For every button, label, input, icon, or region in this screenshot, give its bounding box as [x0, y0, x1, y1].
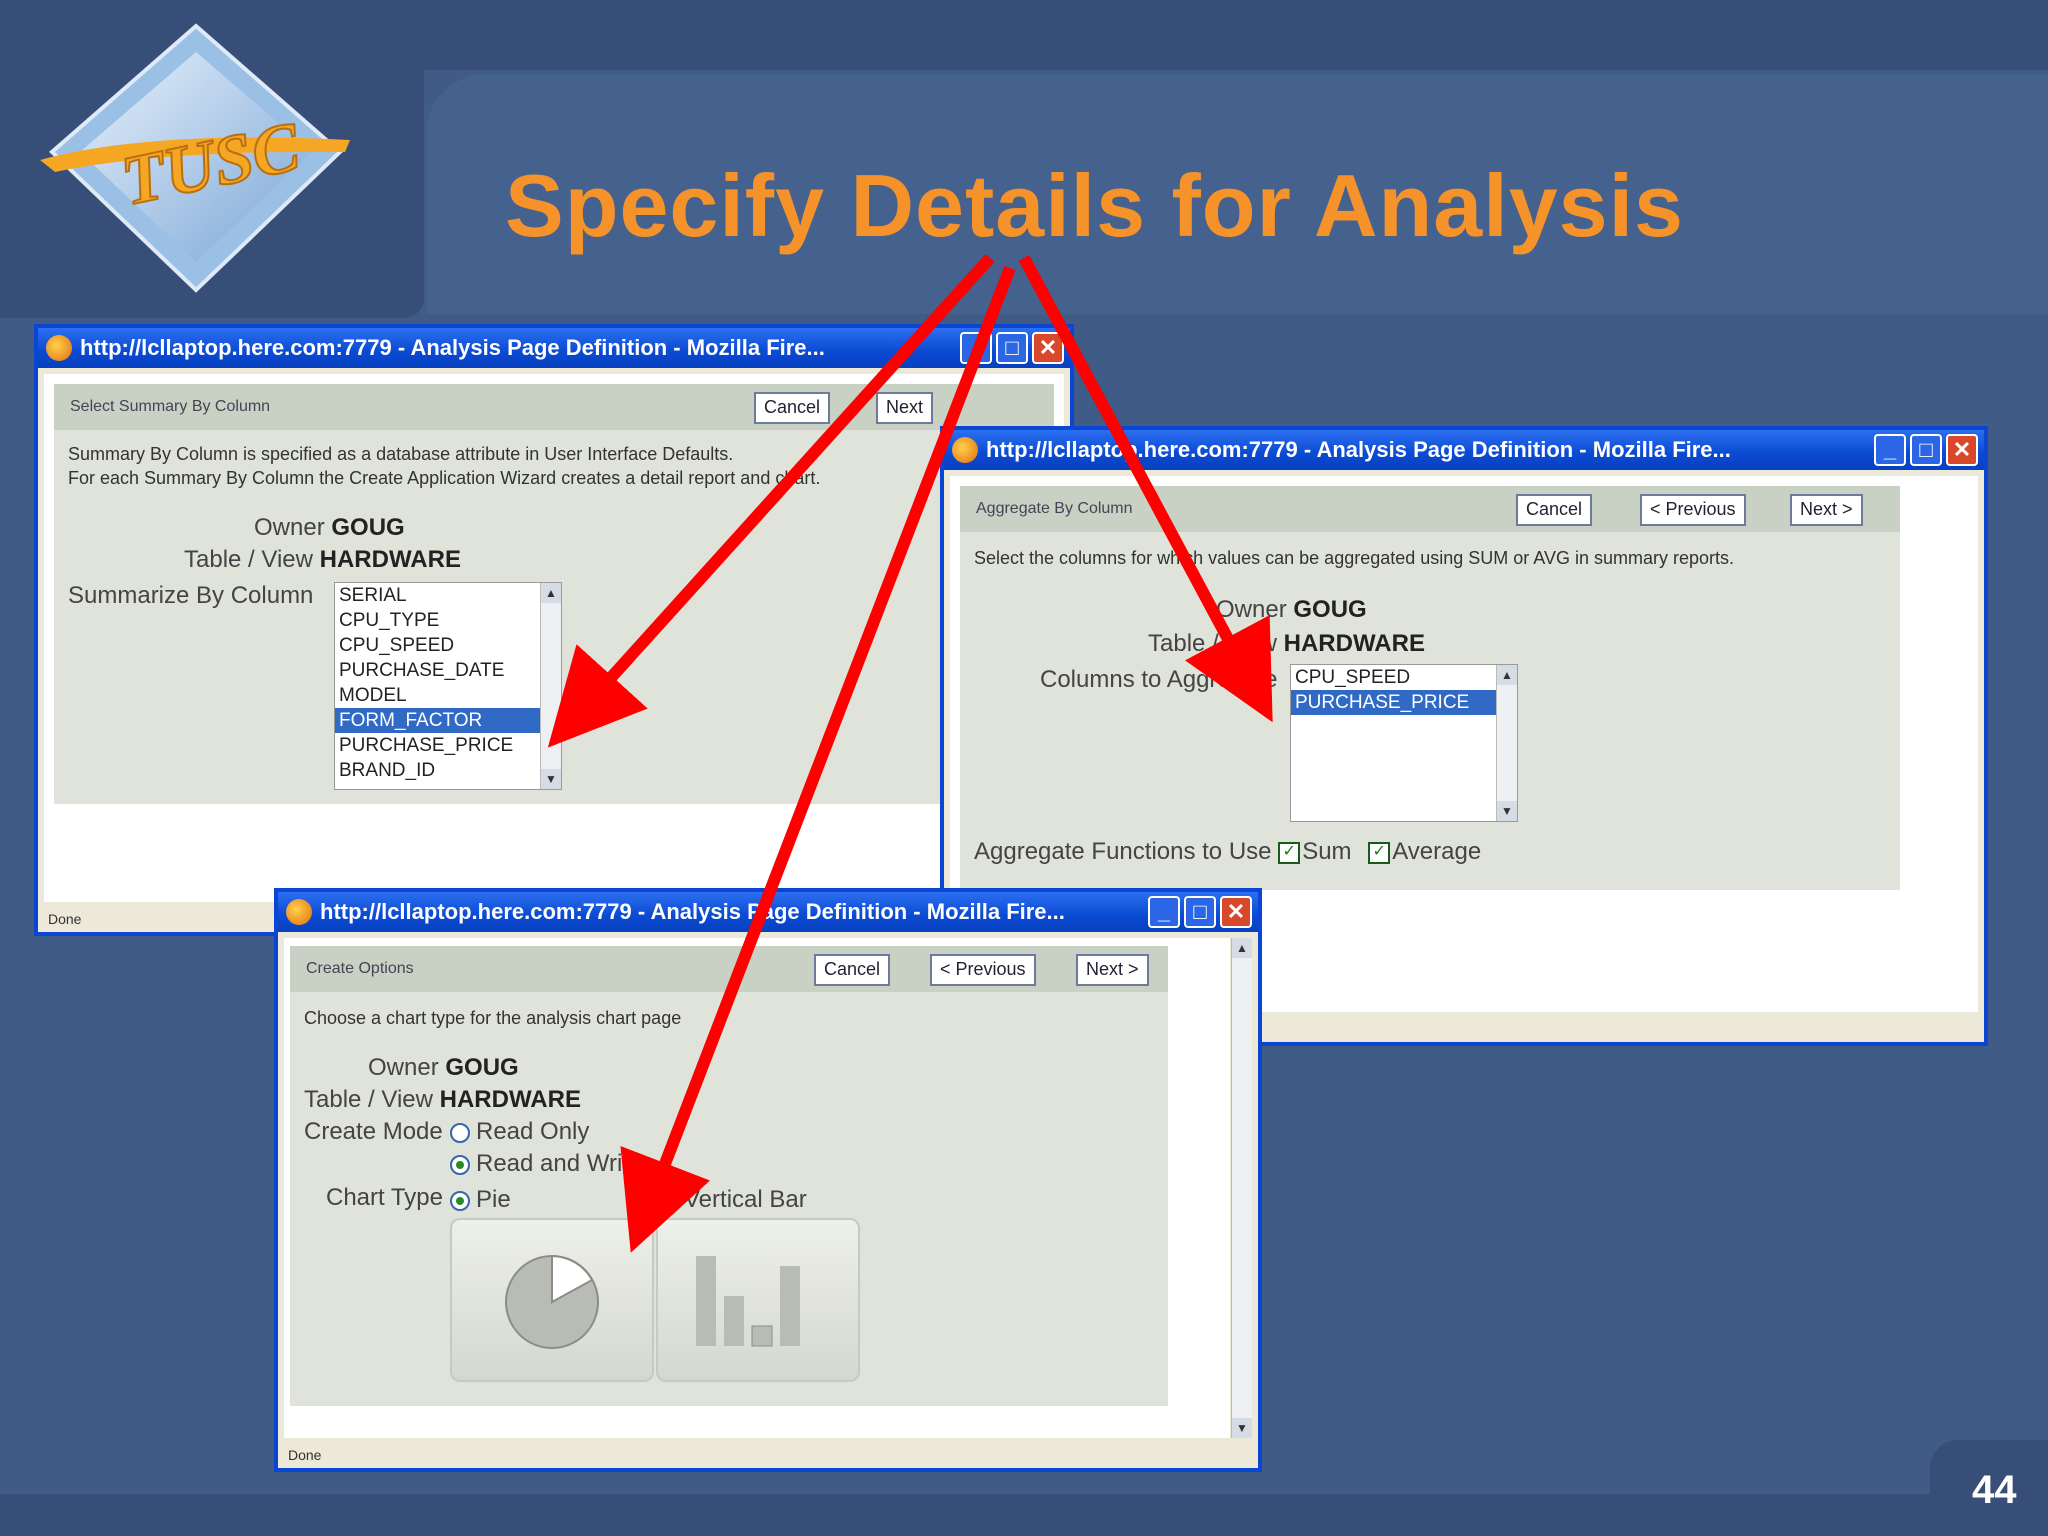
page-number: 44	[1972, 1468, 2017, 1512]
arrow-to-aggregate-column	[1018, 255, 1273, 723]
arrow-to-chart-type	[620, 265, 1016, 1253]
footer-bar	[0, 1494, 2048, 1536]
annotation-arrows	[547, 253, 1273, 1253]
